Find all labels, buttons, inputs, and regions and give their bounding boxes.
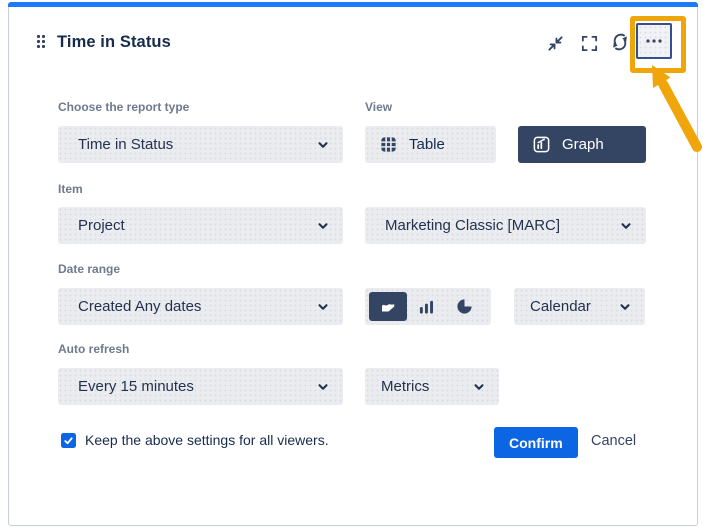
time-in-status-gadget-panel: Time in Status: [8, 2, 698, 526]
chevron-down-icon: [619, 301, 631, 313]
calendar-value: Calendar: [530, 298, 619, 315]
collapse-arrows-icon: [546, 34, 565, 53]
view-table-button[interactable]: Table: [365, 126, 496, 163]
view-table-label: Table: [409, 136, 445, 153]
keep-settings-label: Keep the above settings for all viewers.: [85, 432, 329, 448]
checkmark-icon: [63, 435, 74, 446]
bar-graph-icon: [532, 135, 551, 154]
chevron-down-icon: [317, 381, 329, 393]
confirm-button[interactable]: Confirm: [494, 427, 578, 458]
table-grid-icon: [379, 135, 398, 154]
gadget-title: Time in Status: [57, 33, 171, 52]
chevron-down-icon: [317, 220, 329, 232]
keep-settings-checkbox[interactable]: [61, 433, 76, 448]
chevron-down-icon: [620, 220, 632, 232]
report-type-select[interactable]: Time in Status: [58, 126, 343, 163]
refresh-button[interactable]: [609, 31, 631, 53]
view-graph-button[interactable]: Graph: [518, 126, 646, 163]
area-chart-icon: [378, 298, 398, 316]
chevron-down-icon: [317, 301, 329, 313]
view-graph-label: Graph: [562, 136, 604, 153]
cancel-button[interactable]: Cancel: [585, 432, 642, 450]
calendar-select[interactable]: Calendar: [514, 288, 645, 325]
report-type-label: Choose the report type: [58, 100, 189, 114]
auto-refresh-label: Auto refresh: [58, 342, 129, 356]
item-select[interactable]: Project: [58, 207, 343, 244]
refresh-circular-arrows-icon: [610, 32, 630, 52]
more-options-button[interactable]: [636, 23, 672, 59]
bar-chart-toggle[interactable]: [407, 292, 445, 321]
view-label: View: [365, 100, 392, 114]
collapse-button[interactable]: [544, 32, 566, 54]
report-type-value: Time in Status: [78, 136, 317, 153]
fullscreen-brackets-icon: [580, 34, 599, 53]
auto-refresh-value: Every 15 minutes: [78, 378, 317, 395]
pie-chart-toggle[interactable]: [445, 292, 483, 321]
auto-refresh-select[interactable]: Every 15 minutes: [58, 368, 343, 405]
date-range-select[interactable]: Created Any dates: [58, 288, 343, 325]
ellipsis-more-icon: [645, 37, 663, 45]
pie-chart-icon: [456, 298, 473, 315]
metrics-value: Metrics: [381, 378, 473, 395]
project-select[interactable]: Marketing Classic [MARC]: [365, 207, 646, 244]
chart-type-toggle-group: [365, 288, 491, 325]
date-range-label: Date range: [58, 262, 120, 276]
item-label: Item: [58, 182, 83, 196]
fullscreen-button[interactable]: [578, 32, 600, 54]
gadget-top-accent-bar: [8, 2, 698, 7]
bar-chart-icon: [418, 298, 435, 315]
date-range-value: Created Any dates: [78, 298, 317, 315]
metrics-select[interactable]: Metrics: [365, 368, 499, 405]
chevron-down-icon: [317, 139, 329, 151]
project-value: Marketing Classic [MARC]: [385, 217, 620, 234]
chevron-down-icon: [473, 381, 485, 393]
item-value: Project: [78, 217, 317, 234]
drag-dots-icon[interactable]: [37, 35, 48, 51]
area-chart-toggle[interactable]: [369, 292, 407, 321]
